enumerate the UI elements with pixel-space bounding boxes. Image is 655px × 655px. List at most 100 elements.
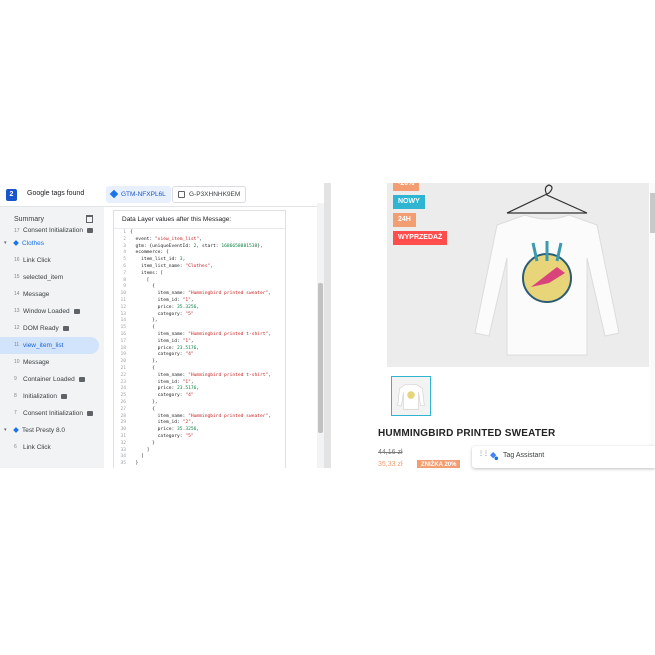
line-number: 20 [120,359,126,365]
code-line: 5 item_list_id: 3, [117,257,283,264]
code-token: , [190,297,194,303]
code-token: "view_item_list" [154,236,200,242]
event-number: 6 [14,444,17,450]
event-number: 13 [14,308,20,314]
code-token: [ [130,277,150,283]
tag-icon [178,190,185,198]
event-item[interactable]: 10 Message [0,354,104,371]
event-group[interactable]: ▾ Test Presty 8.0 [0,422,104,439]
tag-assistant-bar[interactable]: ⋮⋮ Tag Assistant [472,446,655,468]
code-token: 23.5176 [177,345,197,351]
code-token: category: [130,311,186,317]
event-type-icon [86,227,93,233]
code-token: price: [130,304,178,310]
code-token: , [182,257,186,263]
code-token: 1686658881538 [221,243,258,249]
code-line: 26 }, [117,400,283,407]
code-token: , [268,291,272,297]
event-label-text: Link Click [23,257,51,264]
line-number: 30 [120,427,126,433]
expand-icon[interactable]: ▾ [4,235,7,252]
event-list: 17 Consent Initialization ▾ Clothes 16 Link C… [0,227,104,456]
event-label-text: Consent Initialization [23,410,83,417]
event-label: Link Click [23,252,51,269]
summary-item[interactable]: Summary [14,216,44,223]
event-group[interactable]: ▾ Clothes [0,235,104,252]
tab-ga4-tag[interactable]: G-P3XHNHK9EM [172,186,247,203]
product-image[interactable] [387,183,649,367]
event-item[interactable]: 15 selected_item [0,269,104,286]
code-line: 21 { [117,366,283,373]
code-token: item_name: [130,331,189,337]
event-label: Consent Initialization [23,227,93,235]
event-label: Message [23,286,49,303]
event-label-text: Message [23,291,50,298]
code-token: , [268,372,272,378]
code-line: 16 item_name: "Hummingbird printed t-shi… [117,332,283,339]
event-item[interactable]: 6 Link Click [0,439,104,456]
data-layer-code: 1{2 event: "view_item_list", 3 gtm: {uniq… [117,230,283,468]
event-item[interactable]: 17 Consent Initialization [0,227,104,235]
code-token: item_name: [130,291,189,297]
code-token: }, [130,399,158,405]
event-item[interactable]: 12 DOM Ready [0,320,104,337]
code-token: category: [130,352,186,358]
event-number: 17 [14,228,20,234]
event-item[interactable]: 14 Message [0,286,104,303]
product-thumbnail[interactable] [391,376,431,416]
code-token: { [130,230,133,235]
code-token: }, [257,243,263,249]
event-item[interactable]: 7 Consent Initialization [0,405,104,422]
code-token: category: [130,433,186,439]
event-label: Test Presty 8.0 [13,422,65,439]
tag-assistant-label: Tag Assistant [503,452,545,459]
code-line: 25 category: "4" [117,393,283,400]
event-item[interactable]: 16 Link Click [0,252,104,269]
code-token: ] [130,454,144,460]
event-item[interactable]: 11 view_item_list [0,337,99,354]
data-layer-panel: Data Layer values after this Message: 1{… [113,210,286,468]
scrollbar[interactable] [317,203,324,468]
event-item[interactable]: 13 Window Loaded [0,303,104,320]
product-flag: -20% [393,183,420,191]
code-token: item_id: [130,338,183,344]
code-line: 32 } [117,441,283,448]
event-label: selected_item [23,269,63,286]
product-flag: NOWY [393,195,425,209]
drag-handle-icon[interactable]: ⋮⋮ [478,451,489,461]
event-item[interactable]: 9 Container Loaded [0,371,104,388]
expand-icon[interactable]: ▾ [4,422,7,439]
delete-icon[interactable] [86,215,93,223]
event-item[interactable]: 8 Initialization [0,388,104,405]
code-token: "Clothes" [185,263,211,269]
code-token: "Hummingbird printed t-shirt" [188,331,269,337]
code-token: }, [130,318,158,324]
code-token: "Hummingbird printed sweater" [188,291,269,297]
code-token: "Hummingbird printed sweater" [188,413,269,419]
line-number: 6 [123,263,126,269]
event-number: 12 [14,325,20,331]
code-token: { [130,365,155,371]
tag-assistant-app: 2 Google tags found GTM-NFXPL6L G-P3XHNH… [0,183,655,468]
scrollbar-thumb[interactable] [318,283,323,433]
code-line: 7 items: [ [117,271,283,278]
page-scrollbar-thumb[interactable] [650,193,655,233]
line-number: 11 [120,297,126,303]
tab-gtm-container[interactable]: GTM-NFXPL6L [106,186,171,203]
event-label: Consent Initialization [23,405,93,422]
code-token: "5" [185,311,194,317]
page-scrollbar[interactable] [650,183,655,468]
event-label-text: Message [23,359,50,366]
line-number: 17 [120,338,126,344]
code-token: , [199,236,202,242]
code-token: "Hummingbird printed t-shirt" [188,372,269,378]
code-token: item_id: [130,420,183,426]
event-number: 11 [14,342,20,348]
discounted-price: 35,33 zł [378,461,403,468]
line-number: 31 [120,433,126,439]
code-line: 31 category: "5" [117,434,283,441]
code-token: }, [130,359,158,365]
pane-divider[interactable] [324,183,331,468]
code-token: "4" [185,352,194,358]
event-type-icon [60,393,67,399]
